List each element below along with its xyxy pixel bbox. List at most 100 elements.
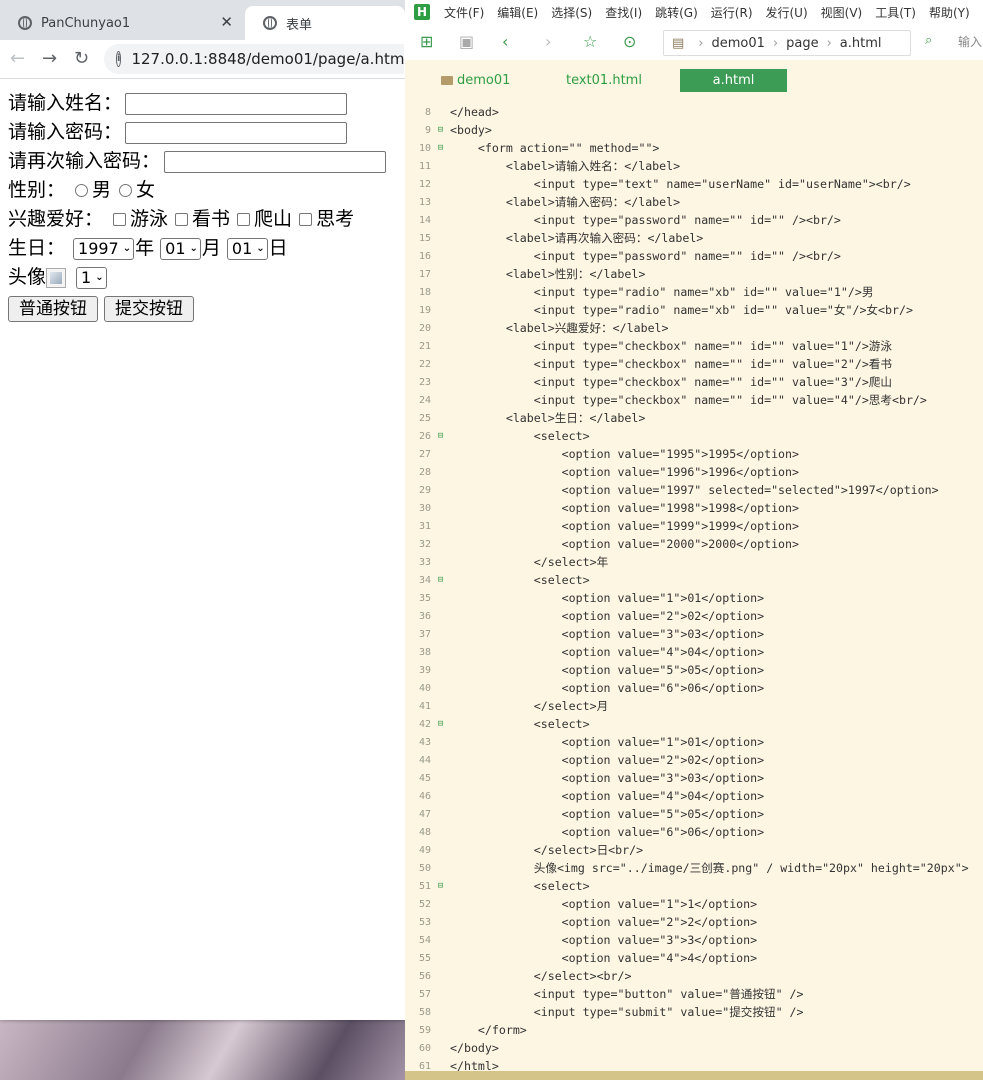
fold-icon[interactable]: ⊟	[431, 881, 450, 891]
menu-edit[interactable]: 编辑(E)	[497, 4, 538, 21]
code-line[interactable]: 31 <option value="1999">1999</option>	[405, 517, 983, 535]
password-input[interactable]	[125, 121, 348, 144]
gender-radio-male[interactable]	[75, 184, 89, 197]
gender-radio-female[interactable]	[119, 184, 133, 197]
menu-goto[interactable]: 跳转(G)	[655, 4, 698, 21]
code-line[interactable]: 33 </select>年	[405, 553, 983, 571]
hobby-checkbox-swim[interactable]	[113, 213, 127, 226]
close-icon[interactable]: ✕	[220, 13, 233, 31]
code-line[interactable]: 47 <option value="5">05</option>	[405, 805, 983, 823]
breadcrumb-file[interactable]: a.html	[840, 36, 882, 51]
code-line[interactable]: 21 <input type="checkbox" name="" id="" …	[405, 337, 983, 355]
password-confirm-input[interactable]	[164, 150, 387, 173]
code-line[interactable]: 51 ⊟ <select>	[405, 877, 983, 895]
code-line[interactable]: 15 <label>请再次输入密码：</label>	[405, 229, 983, 247]
code-line[interactable]: 46 <option value="4">04</option>	[405, 787, 983, 805]
fold-icon[interactable]: ⊟	[431, 575, 450, 585]
code-line[interactable]: 43 <option value="1">01</option>	[405, 733, 983, 751]
back-arrow-icon[interactable]: ←	[10, 48, 25, 69]
menu-tools[interactable]: 工具(T)	[875, 4, 916, 21]
code-line[interactable]: 14 <input type="password" name="" id="" …	[405, 211, 983, 229]
code-area[interactable]: 8 </head> 9 ⊟ <body> 10 ⊟ <form action="" meth…	[405, 103, 983, 1075]
fold-icon[interactable]: ⊟	[431, 125, 450, 135]
year-select[interactable]: 1997 ⌄	[73, 237, 135, 260]
day-select[interactable]: 01 ⌄	[226, 237, 268, 260]
code-line[interactable]: 59 </form>	[405, 1021, 983, 1039]
new-file-icon[interactable]: ⊞	[420, 32, 433, 51]
month-select[interactable]: 01 ⌄	[160, 237, 201, 260]
hobby-checkbox-climb[interactable]	[237, 213, 251, 226]
code-line[interactable]: 49 </select>日<br/>	[405, 841, 983, 859]
star-icon[interactable]: ☆	[583, 32, 597, 51]
code-line[interactable]: 18 <input type="radio" name="xb" id="" v…	[405, 283, 983, 301]
code-line[interactable]: 44 <option value="2">02</option>	[405, 751, 983, 769]
code-line[interactable]: 37 <option value="3">03</option>	[405, 625, 983, 643]
code-line[interactable]: 10 ⊟ <form action="" method="">	[405, 139, 983, 157]
forward-arrow-icon[interactable]: ›	[545, 32, 551, 51]
code-line[interactable]: 42 ⊟ <select>	[405, 715, 983, 733]
code-line[interactable]: 36 <option value="2">02</option>	[405, 607, 983, 625]
submit-button[interactable]: 提交按钮	[104, 296, 194, 322]
code-line[interactable]: 41 </select>月	[405, 697, 983, 715]
code-line[interactable]: 57 <input type="button" value="普通按钮" />	[405, 985, 983, 1003]
code-line[interactable]: 40 <option value="6">06</option>	[405, 679, 983, 697]
forward-arrow-icon[interactable]: →	[42, 48, 57, 69]
code-line[interactable]: 54 <option value="3">3</option>	[405, 931, 983, 949]
code-line[interactable]: 12 <input type="text" name="userName" id…	[405, 175, 983, 193]
code-line[interactable]: 29 <option value="1997" selected="select…	[405, 481, 983, 499]
code-line[interactable]: 22 <input type="checkbox" name="" id="" …	[405, 355, 983, 373]
hobby-checkbox-read[interactable]	[175, 213, 189, 226]
code-line[interactable]: 35 <option value="1">01</option>	[405, 589, 983, 607]
code-line[interactable]: 26 ⊟ <select>	[405, 427, 983, 445]
code-line[interactable]: 28 <option value="1996">1996</option>	[405, 463, 983, 481]
reload-icon[interactable]: ↻	[74, 48, 89, 69]
menu-run[interactable]: 运行(R)	[711, 4, 753, 21]
breadcrumb-page[interactable]: page	[786, 36, 818, 51]
editor-search-input[interactable]: 输入	[958, 33, 982, 50]
code-line[interactable]: 19 <input type="radio" name="xb" id="" v…	[405, 301, 983, 319]
menu-help[interactable]: 帮助(Y)	[929, 4, 970, 21]
code-line[interactable]: 50 头像<img src="../image/三创赛.png" / width…	[405, 859, 983, 877]
code-line[interactable]: 39 <option value="5">05</option>	[405, 661, 983, 679]
hobby-checkbox-think[interactable]	[299, 213, 313, 226]
horizontal-scrollbar[interactable]	[405, 1071, 983, 1080]
fold-icon[interactable]: ⊟	[431, 143, 450, 153]
menu-file[interactable]: 文件(F)	[444, 4, 484, 21]
tab-a-html[interactable]: a.html	[680, 69, 787, 92]
code-line[interactable]: 56 </select><br/>	[405, 967, 983, 985]
code-line[interactable]: 45 <option value="3">03</option>	[405, 769, 983, 787]
info-icon[interactable]: i	[116, 51, 122, 67]
code-line[interactable]: 9 ⊟ <body>	[405, 121, 983, 139]
browser-tab-form[interactable]: 表单	[245, 6, 405, 40]
menu-find[interactable]: 查找(I)	[605, 4, 642, 21]
code-line[interactable]: 16 <input type="password" name="" id="" …	[405, 247, 983, 265]
code-line[interactable]: 25 <label>生日：</label>	[405, 409, 983, 427]
code-line[interactable]: 53 <option value="2">2</option>	[405, 913, 983, 931]
code-line[interactable]: 11 <label>请输入姓名：</label>	[405, 157, 983, 175]
code-line[interactable]: 13 <label>请输入密码：</label>	[405, 193, 983, 211]
run-icon[interactable]: ⊙	[623, 32, 636, 51]
code-line[interactable]: 17 <label>性别：</label>	[405, 265, 983, 283]
search-icon[interactable]: ⌕	[925, 33, 932, 48]
code-line[interactable]: 23 <input type="checkbox" name="" id="" …	[405, 373, 983, 391]
code-line[interactable]: 48 <option value="6">06</option>	[405, 823, 983, 841]
code-line[interactable]: 60 </body>	[405, 1039, 983, 1057]
tab-text01[interactable]: text01.html	[566, 69, 642, 92]
code-line[interactable]: 20 <label>兴趣爱好：</label>	[405, 319, 983, 337]
avatar-select[interactable]: 1 ⌄	[76, 266, 107, 289]
fold-icon[interactable]: ⊟	[431, 719, 450, 729]
menu-select[interactable]: 选择(S)	[551, 4, 592, 21]
fold-icon[interactable]: ⊟	[431, 431, 450, 441]
menu-view[interactable]: 视图(V)	[821, 4, 863, 21]
code-line[interactable]: 34 ⊟ <select>	[405, 571, 983, 589]
address-bar[interactable]: i 127.0.0.1:8848/demo01/page/a.html	[104, 44, 409, 74]
normal-button[interactable]: 普通按钮	[8, 296, 98, 322]
code-line[interactable]: 52 <option value="1">1</option>	[405, 895, 983, 913]
code-line[interactable]: 58 <input type="submit" value="提交按钮" />	[405, 1003, 983, 1021]
code-line[interactable]: 38 <option value="4">04</option>	[405, 643, 983, 661]
tab-demo01[interactable]: demo01	[441, 69, 510, 92]
code-line[interactable]: 32 <option value="2000">2000</option>	[405, 535, 983, 553]
menu-publish[interactable]: 发行(U)	[766, 4, 808, 21]
code-line[interactable]: 8 </head>	[405, 103, 983, 121]
save-icon[interactable]: ▣	[459, 32, 474, 51]
